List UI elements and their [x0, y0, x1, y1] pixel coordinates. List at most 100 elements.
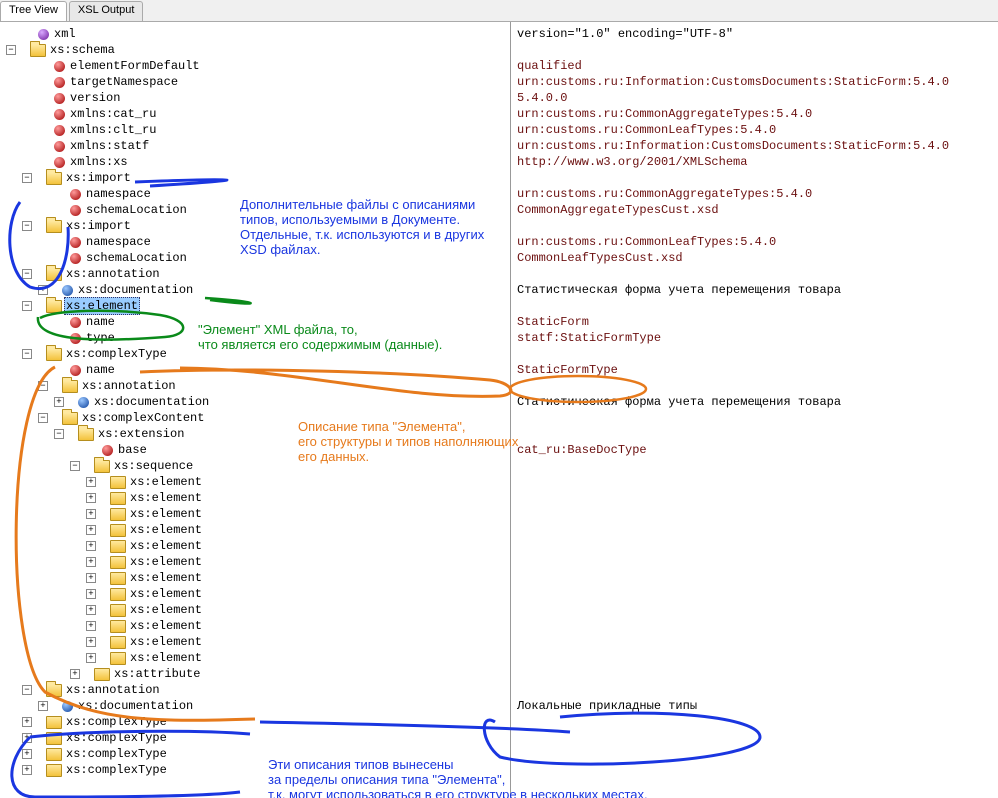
tree-node-attr[interactable]: version — [6, 90, 510, 106]
expander-minus-icon[interactable]: − — [22, 301, 32, 311]
tree-node-attr[interactable]: elementFormDefault — [6, 58, 510, 74]
tree-node-xml[interactable]: xml — [6, 26, 510, 42]
expander-plus-icon[interactable]: + — [54, 397, 64, 407]
tree-node-xs-attribute[interactable]: +xs:attribute — [6, 666, 510, 682]
tree-node-annotation[interactable]: −xs:annotation — [6, 378, 510, 394]
tree-node-documentation[interactable]: +xs:documentation — [6, 698, 510, 714]
tree-node-xs-element[interactable]: + xs:element — [6, 538, 510, 554]
tree-node-xs-element[interactable]: +xs:element — [6, 474, 510, 490]
folder-icon — [46, 348, 62, 361]
tree-node-attr[interactable]: base — [6, 442, 510, 458]
tree-label: xml — [52, 26, 78, 42]
tree-node-annotation[interactable]: − xs:annotation — [6, 682, 510, 698]
tab-tree-view[interactable]: Tree View — [0, 1, 67, 21]
tree-label: version — [68, 90, 122, 106]
tree-node-xs-element[interactable]: +xs:element — [6, 602, 510, 618]
tree-label: xs:extension — [96, 426, 186, 442]
value-row: Локальные прикладные типы — [517, 698, 998, 714]
expander-plus-icon[interactable]: + — [22, 765, 32, 775]
tree-node-attr[interactable]: name — [6, 314, 510, 330]
tree-node-attr[interactable]: schemaLocation — [6, 250, 510, 266]
tree-node-import[interactable]: − xs:import — [6, 170, 510, 186]
folder-icon — [46, 732, 62, 745]
expander-plus-icon[interactable]: + — [38, 701, 48, 711]
tree-node-xs-element[interactable]: +xs:element — [6, 522, 510, 538]
expander-minus-icon[interactable]: − — [22, 173, 32, 183]
value-row: 5.4.0.0 — [517, 90, 998, 106]
tree-node-attr[interactable]: name — [6, 362, 510, 378]
tree-label: xs:element — [128, 538, 204, 554]
folder-icon — [46, 748, 62, 761]
tree-node-import[interactable]: − xs:import — [6, 218, 510, 234]
tree-label: xs:complexType — [64, 762, 169, 778]
tree-node-attr[interactable]: namespace — [6, 234, 510, 250]
expander-plus-icon[interactable]: + — [70, 669, 80, 679]
expander-minus-icon[interactable]: − — [38, 381, 48, 391]
expander-plus-icon[interactable]: + — [86, 509, 96, 519]
expander-plus-icon[interactable]: + — [86, 653, 96, 663]
tree-node-documentation[interactable]: +xs:documentation — [6, 282, 510, 298]
expander-plus-icon[interactable]: + — [86, 477, 96, 487]
expander-plus-icon[interactable]: + — [86, 573, 96, 583]
tree-node-complexContent[interactable]: −xs:complexContent — [6, 410, 510, 426]
expander-minus-icon[interactable]: − — [54, 429, 64, 439]
expander-minus-icon[interactable]: − — [38, 413, 48, 423]
expander-plus-icon[interactable]: + — [22, 733, 32, 743]
expander-plus-icon[interactable]: + — [86, 541, 96, 551]
expander-minus-icon[interactable]: − — [70, 461, 80, 471]
tree-node-xs-element[interactable]: +xs:element — [6, 586, 510, 602]
tree-node-sequence[interactable]: −xs:sequence — [6, 458, 510, 474]
tree-node-documentation[interactable]: +xs:documentation — [6, 394, 510, 410]
expander-plus-icon[interactable]: + — [86, 525, 96, 535]
tree-node-xs-element[interactable]: +xs:element — [6, 554, 510, 570]
expander-minus-icon[interactable]: − — [22, 685, 32, 695]
expander-minus-icon[interactable]: − — [22, 221, 32, 231]
tree-node-complexType[interactable]: −xs:complexType — [6, 346, 510, 362]
tree-node-xs-element[interactable]: +xs:element — [6, 490, 510, 506]
tree-label: xs:import — [64, 218, 133, 234]
tree-node-annotation[interactable]: −xs:annotation — [6, 266, 510, 282]
expander-plus-icon[interactable]: + — [22, 717, 32, 727]
folder-icon — [110, 524, 126, 537]
tree-node-element[interactable]: −xs:element — [6, 298, 510, 314]
tree-node-attr[interactable]: targetNamespace — [6, 74, 510, 90]
tree-node-complexType[interactable]: + xs:complexType — [6, 762, 510, 778]
tree-node-xs-element[interactable]: +xs:element — [6, 650, 510, 666]
tree-node-xs-element[interactable]: +xs:element — [6, 570, 510, 586]
tree-node-attr[interactable]: xmlns:xs — [6, 154, 510, 170]
tree-node-attr[interactable]: type — [6, 330, 510, 346]
tree-node-complexType[interactable]: +xs:complexType — [6, 730, 510, 746]
tree-pane: xml − xs:schema elementFormDefault targe… — [0, 22, 510, 798]
expander-plus-icon[interactable]: + — [86, 637, 96, 647]
tree-node-xs-element[interactable]: +xs:element — [6, 634, 510, 650]
expander-minus-icon[interactable]: − — [6, 45, 16, 55]
tree-label: xs:import — [64, 170, 133, 186]
tree-node-schema[interactable]: − xs:schema — [6, 42, 510, 58]
value-row: StaticFormType — [517, 362, 998, 378]
expander-minus-icon[interactable]: − — [22, 349, 32, 359]
tree-node-attr[interactable]: xmlns:cat_ru — [6, 106, 510, 122]
expander-plus-icon[interactable]: + — [86, 493, 96, 503]
expander-plus-icon[interactable]: + — [22, 749, 32, 759]
tree-node-xs-element[interactable]: +xs:element — [6, 618, 510, 634]
tree-node-attr[interactable]: schemaLocation — [6, 202, 510, 218]
expander-plus-icon[interactable]: + — [38, 285, 48, 295]
tree-label: xs:annotation — [64, 682, 162, 698]
attribute-icon — [70, 237, 81, 248]
expander-plus-icon[interactable]: + — [86, 557, 96, 567]
tree-node-complexType[interactable]: + xs:complexType — [6, 746, 510, 762]
tree-node-attr[interactable]: xmlns:clt_ru — [6, 122, 510, 138]
expander-plus-icon[interactable]: + — [86, 605, 96, 615]
tree-label: xs:complexType — [64, 746, 169, 762]
expander-plus-icon[interactable]: + — [86, 589, 96, 599]
tree-node-extension[interactable]: − xs:extension — [6, 426, 510, 442]
expander-minus-icon[interactable]: − — [22, 269, 32, 279]
attribute-icon — [54, 125, 65, 136]
folder-icon — [46, 684, 62, 697]
expander-plus-icon[interactable]: + — [86, 621, 96, 631]
tree-node-complexType[interactable]: +xs:complexType — [6, 714, 510, 730]
tab-xsl-output[interactable]: XSL Output — [69, 1, 143, 21]
tree-node-attr[interactable]: xmlns:statf — [6, 138, 510, 154]
tree-node-attr[interactable]: namespace — [6, 186, 510, 202]
tree-node-xs-element[interactable]: +xs:element — [6, 506, 510, 522]
